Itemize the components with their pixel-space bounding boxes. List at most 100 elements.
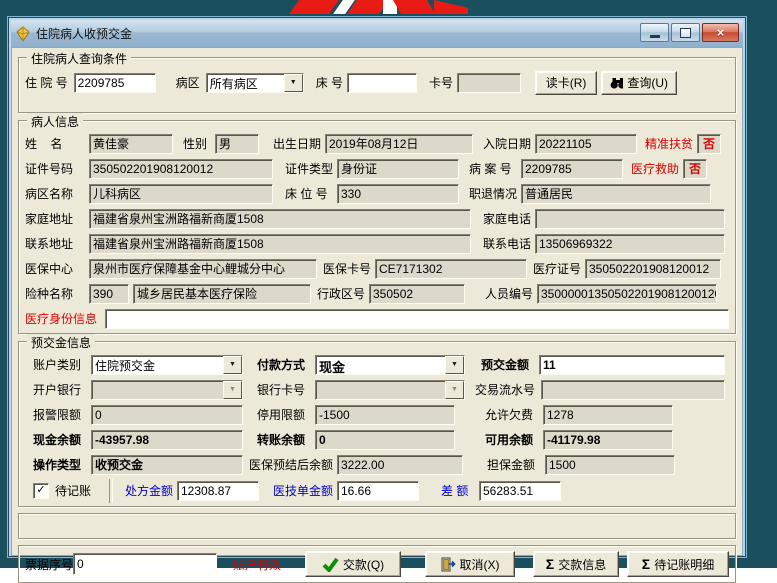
guarantee-amount-label: 担保金额 xyxy=(487,458,536,472)
home-phone-label: 家庭电话 xyxy=(483,212,532,226)
insurance-center-label: 医保中心 xyxy=(25,262,74,276)
stop-limit-field: -1500 xyxy=(315,404,455,425)
pay-method-select[interactable]: 现金 ▼ xyxy=(315,354,465,375)
poverty-label: 精准扶贫 xyxy=(645,137,694,151)
available-balance-field: -41179.98 xyxy=(543,429,673,450)
maximize-icon xyxy=(680,27,691,38)
gender-field: 男 xyxy=(215,133,259,154)
stop-limit-label: 停用限额 xyxy=(257,408,306,422)
binoculars-icon xyxy=(610,77,624,89)
prepay-row-4: 现金余额 -43957.98 转账余额 0 可用余额 -41179.98 xyxy=(25,427,729,452)
birth-date-field: 2019年08月12日 xyxy=(325,133,473,154)
contact-phone-label: 联系电话 xyxy=(483,237,532,251)
payment-info-button[interactable]: Σ 交款信息 xyxy=(533,551,619,577)
pay-method-label: 付款方式 xyxy=(257,358,306,372)
chevron-down-icon[interactable]: ▼ xyxy=(445,355,464,374)
prepay-row-1: 账户类别 住院预交金 ▼ 付款方式 现金 ▼ 预交金额 xyxy=(25,352,729,377)
chevron-down-icon[interactable]: ▼ xyxy=(283,73,303,92)
home-phone-field xyxy=(535,208,725,229)
chevron-down-icon[interactable]: ▼ xyxy=(223,355,242,374)
tech-amount-input[interactable] xyxy=(337,480,419,501)
insurance-card-field: CE7171302 xyxy=(375,258,527,279)
alarm-limit-field: 0 xyxy=(91,404,243,425)
maximize-button[interactable] xyxy=(671,23,700,42)
operation-type-field: 收预交金 xyxy=(91,454,243,475)
ward-label: 病区 xyxy=(175,76,200,90)
bed-no-field: 330 xyxy=(337,183,459,204)
prepay-group: 预交金信息 账户类别 住院预交金 ▼ 付款方式 现金 ▼ 预交金额 11 开户银… xyxy=(18,334,736,507)
window-title: 住院病人收预交金 xyxy=(36,27,133,41)
read-card-button[interactable]: 读卡(R) xyxy=(535,70,598,95)
medical-identity-input[interactable] xyxy=(105,308,729,329)
hospital-logo xyxy=(288,0,468,14)
receipt-no-input[interactable] xyxy=(73,553,218,575)
admin-region-field: 350502 xyxy=(369,283,465,304)
prepay-row-3: 报警限额 0 停用限额 -1500 允许欠费 1278 xyxy=(25,402,729,427)
prepay-row-5: 操作类型 收预交金 医保预结后余额 3222.00 担保金额 1500 xyxy=(25,452,729,477)
home-address-label: 家庭地址 xyxy=(25,212,74,226)
admission-no-label: 住 院 号 xyxy=(25,76,68,90)
exit-door-icon xyxy=(441,557,456,571)
close-button[interactable]: × xyxy=(702,23,739,42)
contact-address-label: 联系地址 xyxy=(25,237,74,251)
cancel-button[interactable]: 取消(X) xyxy=(425,551,515,577)
patient-row-2: 证件号码 350502201908120012 证件类型 身份证 病 案 号 2… xyxy=(25,156,729,181)
query-group-title: 住院病人查询条件 xyxy=(27,50,132,67)
employment-label: 职退情况 xyxy=(469,187,518,201)
diff-amount-input[interactable] xyxy=(479,480,561,501)
medical-aid-field: 否 xyxy=(683,158,707,179)
prepay-amount-input[interactable] xyxy=(539,354,725,375)
allow-debt-field: 1278 xyxy=(543,404,673,425)
name-field: 黄佳豪 xyxy=(89,133,173,154)
id-type-field: 身份证 xyxy=(337,158,459,179)
chevron-down-icon: ▼ xyxy=(223,380,242,399)
query-button[interactable]: 查询(U) xyxy=(601,70,678,95)
admit-date-label: 入院日期 xyxy=(483,137,532,151)
patient-row-3: 病区名称 儿科病区 床 位 号 330 职退情况 普通居民 xyxy=(25,181,729,206)
minimize-icon xyxy=(649,35,660,38)
transfer-balance-label: 转账余额 xyxy=(257,433,306,447)
admission-no-input[interactable] xyxy=(73,72,156,93)
status-panel xyxy=(18,513,736,539)
admin-region-label: 行政区号 xyxy=(317,287,366,301)
ward-name-field: 儿科病区 xyxy=(89,183,273,204)
bank-card-select: ▼ xyxy=(315,379,465,400)
pay-button[interactable]: 交款(Q) xyxy=(305,551,401,577)
gender-label: 性别 xyxy=(183,137,208,151)
title-bar[interactable]: 住院病人收预交金 × xyxy=(11,20,743,47)
person-no-label: 人员编号 xyxy=(485,287,534,301)
id-type-label: 证件类型 xyxy=(285,162,334,176)
sigma-icon: Σ xyxy=(641,556,651,572)
account-type-select[interactable]: 住院预交金 ▼ xyxy=(91,354,243,375)
card-field xyxy=(457,72,522,93)
check-icon xyxy=(322,557,339,572)
minimize-button[interactable] xyxy=(640,23,669,42)
pending-detail-button[interactable]: Σ 待记账明细 xyxy=(627,551,729,577)
insurance-pre-balance-field: 3222.00 xyxy=(337,454,463,475)
guarantee-amount-field: 1500 xyxy=(545,454,675,475)
insurance-center-field: 泉州市医疗保障基金中心鲤城分中心 xyxy=(89,258,317,279)
insurance-type-label: 险种名称 xyxy=(25,287,74,301)
pending-checkbox[interactable]: ✓ xyxy=(33,482,49,499)
account-type-value: 住院预交金 xyxy=(95,358,156,373)
rx-amount-input[interactable] xyxy=(177,480,259,501)
employment-field: 普通居民 xyxy=(521,183,711,204)
patient-row-8: 医疗身份信息 xyxy=(25,306,729,331)
insurance-type-code-field: 390 xyxy=(89,283,129,304)
cash-balance-field: -43957.98 xyxy=(91,429,243,450)
case-no-label: 病 案 号 xyxy=(469,162,512,176)
patient-row-1: 姓 名 黄佳豪 性别 男 出生日期 2019年08月12日 入院日期 20221… xyxy=(25,131,729,156)
admit-date-field: 20221105 xyxy=(535,133,637,154)
transaction-no-label: 交易流水号 xyxy=(475,383,536,397)
close-icon: × xyxy=(716,25,725,40)
ward-select[interactable]: 所有病区 ▼ xyxy=(205,72,304,93)
patient-group-title: 病人信息 xyxy=(27,113,84,130)
poverty-field: 否 xyxy=(697,133,721,154)
prepayment-window: 住院病人收预交金 × 住院病人查询条件 住 院 号 病区 所有病区 ▼ xyxy=(8,17,746,583)
bank-select: ▼ xyxy=(91,379,243,400)
bed-input[interactable] xyxy=(347,72,418,93)
check-icon: ✓ xyxy=(36,484,46,496)
insurance-card-label: 医保卡号 xyxy=(323,262,372,276)
ward-name-label: 病区名称 xyxy=(25,187,74,201)
insurance-type-name-field: 城乡居民基本医疗保险 xyxy=(133,283,311,304)
